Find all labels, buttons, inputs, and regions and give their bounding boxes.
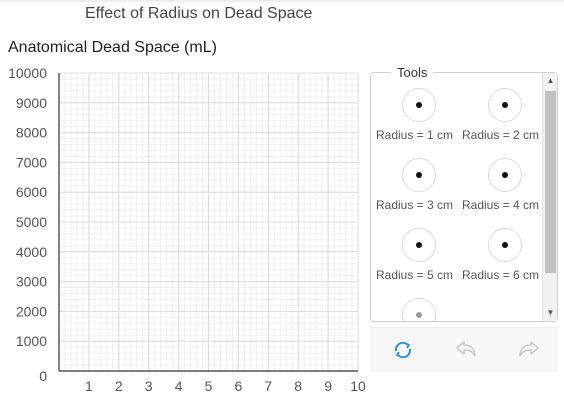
tool-radius-3[interactable]: Radius = 3 cm: [376, 158, 462, 228]
point-marker-icon: [402, 88, 436, 122]
tool-radius-2[interactable]: Radius = 2 cm: [462, 88, 543, 158]
y-tick-label: 7000: [16, 154, 47, 170]
tool-radius-1[interactable]: Radius = 1 cm: [376, 88, 462, 158]
y-tick-label: 10000: [8, 65, 47, 81]
x-tick-labels: 1 2 3 4 5 6 7 8 9 10: [85, 378, 366, 394]
scroll-down-icon[interactable]: ▼: [543, 305, 558, 321]
tool-label: Radius = 1 cm: [376, 128, 454, 142]
redo-icon: [519, 341, 539, 357]
undo-icon: [456, 341, 476, 357]
x-tick-label: 8: [294, 378, 302, 394]
scroll-up-icon[interactable]: ▲: [543, 73, 558, 89]
dot-icon: [502, 102, 508, 108]
point-marker-icon: [488, 228, 522, 262]
action-bar: [370, 327, 558, 372]
app-title: Effect of Radius on Dead Space: [85, 5, 313, 22]
redo-button[interactable]: [516, 338, 542, 362]
x-tick-label: 4: [175, 378, 183, 394]
tool-label: Radius = 3 cm: [376, 198, 454, 212]
y-tick-label: 9000: [16, 95, 47, 111]
reset-button[interactable]: [390, 338, 416, 362]
tools-panel: Tools Radius = 1 cm Radius = 2 cm Radius =…: [370, 65, 558, 322]
point-marker-icon: [402, 158, 436, 192]
undo-button[interactable]: [453, 338, 479, 362]
tool-label: Radius = 6 cm: [462, 268, 540, 282]
y-tick-label: 8000: [16, 125, 47, 141]
y-tick-label: 4000: [16, 244, 47, 260]
tools-scrollbar[interactable]: ▲ ▼: [542, 73, 557, 321]
dot-icon: [416, 312, 422, 318]
dot-icon: [416, 102, 422, 108]
y-tick-label: 6000: [16, 184, 47, 200]
dot-icon: [502, 172, 508, 178]
tool-label: Radius = 4 cm: [462, 198, 540, 212]
tool-radius-4[interactable]: Radius = 4 cm: [462, 158, 543, 228]
tool-radius-7[interactable]: [376, 298, 462, 321]
dot-icon: [416, 172, 422, 178]
y-tick-label: 1000: [16, 333, 47, 349]
tool-label: Radius = 2 cm: [462, 128, 540, 142]
tool-radius-5[interactable]: Radius = 5 cm: [376, 228, 462, 298]
point-marker-icon: [488, 88, 522, 122]
point-marker-icon: [402, 298, 436, 321]
top-divider: [0, 0, 564, 2]
tools-legend: Tools: [391, 65, 434, 80]
point-marker-icon: [402, 228, 436, 262]
y-tick-label: 0: [39, 368, 47, 384]
x-tick-label: 5: [205, 378, 213, 394]
x-tick-label: 6: [235, 378, 243, 394]
y-tick-label: 2000: [16, 303, 47, 319]
y-axis-title: Anatomical Dead Space (mL): [8, 39, 217, 56]
dot-icon: [502, 242, 508, 248]
tool-label: Radius = 5 cm: [376, 268, 454, 282]
dot-icon: [416, 242, 422, 248]
reset-icon: [394, 341, 412, 359]
x-tick-label: 10: [350, 378, 366, 394]
tool-radius-6[interactable]: Radius = 6 cm: [462, 228, 543, 298]
x-tick-label: 7: [264, 378, 272, 394]
point-marker-icon: [488, 158, 522, 192]
x-tick-label: 3: [145, 378, 153, 394]
x-tick-label: 9: [324, 378, 332, 394]
y-tick-label: 3000: [16, 274, 47, 290]
x-tick-label: 1: [85, 378, 93, 394]
tools-grid: Radius = 1 cm Radius = 2 cm Radius = 3 cm R…: [371, 87, 543, 321]
chart[interactable]: 0 1000 2000 3000 4000 5000 6000 7000 8000 9000 100…: [0, 60, 372, 400]
y-tick-label: 5000: [16, 214, 47, 230]
y-tick-labels: 0 1000 2000 3000 4000 5000 6000 7000 8000 9000 100…: [8, 65, 47, 384]
scroll-thumb[interactable]: [545, 91, 556, 273]
x-tick-label: 2: [115, 378, 123, 394]
